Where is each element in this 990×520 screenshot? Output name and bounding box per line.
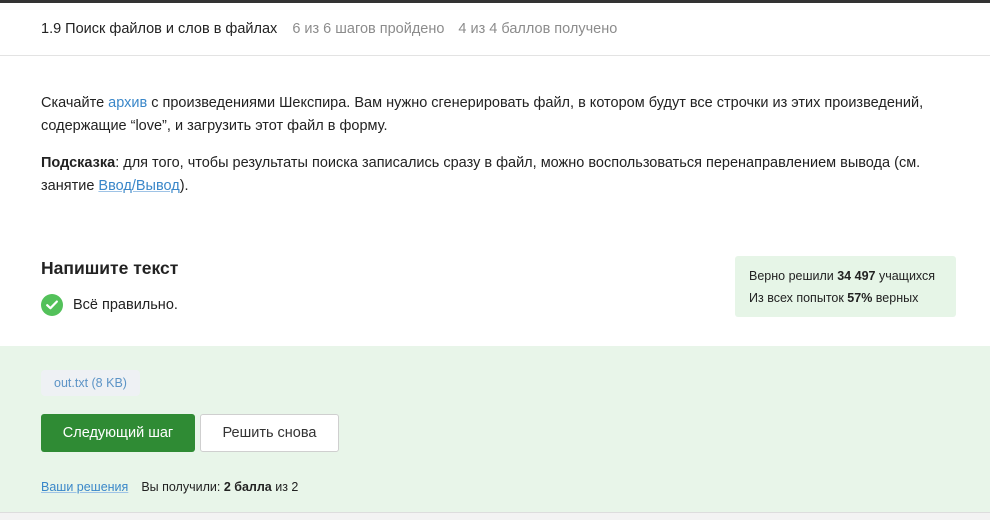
solved-count: 34 497 (837, 269, 876, 283)
steps-progress: 6 из 6 шагов пройдено (292, 21, 445, 37)
attempts-percent: 57% (847, 291, 873, 305)
result-status: Всё правильно. (41, 294, 178, 316)
check-circle-icon (41, 294, 63, 316)
answer-title: Напишите текст (41, 258, 179, 278)
submission-footer: Ваши решения Вы получили: 2 балла из 2 (41, 480, 298, 494)
archive-link[interactable]: архив (108, 95, 147, 111)
hint-label: Подсказка (41, 155, 116, 171)
next-step-button[interactable]: Следующий шаг (41, 414, 195, 452)
solved-stat: Верно решили 34 497 учащихся (749, 269, 936, 283)
result-text: Всё правильно. (73, 297, 178, 313)
task-description: Скачайте архив с произведениями Шекспира… (41, 92, 951, 212)
attempts-stat: Из всех попыток 57% верных (749, 291, 919, 305)
step-header: 1.9 Поиск файлов и слов в файлах 6 из 6 … (0, 3, 990, 56)
score-value: 2 балла (223, 480, 272, 494)
io-lesson-link[interactable]: Ввод/Вывод (98, 178, 179, 194)
hint-paragraph: Подсказка: для того, чтобы результаты по… (41, 155, 921, 194)
bottom-divider (0, 512, 990, 520)
score-text: Вы получили: 2 балла из 2 (141, 480, 299, 494)
stats-box: Верно решили 34 497 учащихся Из всех поп… (735, 256, 956, 317)
attached-file[interactable]: out.txt (8 KB) (41, 370, 140, 396)
your-solutions-link[interactable]: Ваши решения (41, 480, 128, 494)
retry-button[interactable]: Решить снова (200, 414, 339, 452)
task-paragraph: Скачайте архив с произведениями Шекспира… (41, 95, 924, 134)
lesson-title[interactable]: 1.9 Поиск файлов и слов в файлах (41, 21, 277, 37)
points-progress: 4 из 4 баллов получено (458, 21, 618, 37)
